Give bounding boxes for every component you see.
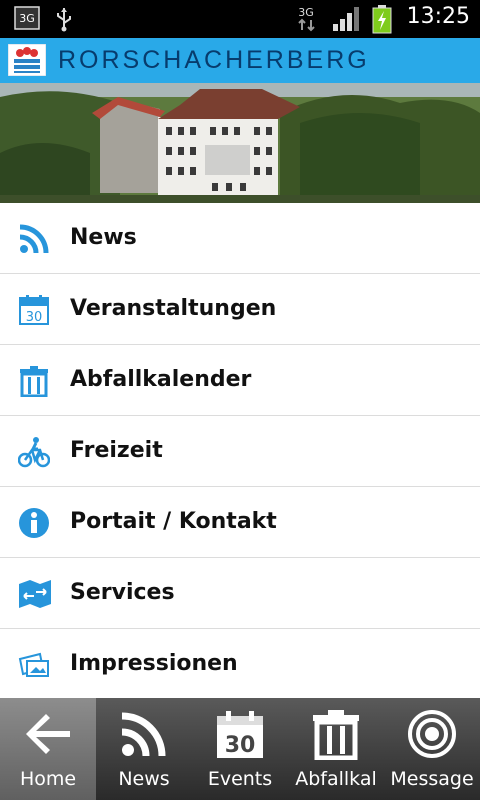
info-icon	[18, 507, 50, 539]
svg-text:30: 30	[225, 733, 256, 758]
menu-item-services[interactable]: Services	[0, 558, 480, 629]
trash-icon	[310, 708, 362, 761]
usb-icon	[54, 6, 74, 36]
map-arrows-icon	[18, 578, 51, 610]
tab-events[interactable]: 30 Events	[192, 698, 288, 800]
battery-charging-icon	[372, 4, 392, 38]
bottom-tab-bar: Home News 30 Events Abfallkal Message	[0, 698, 480, 800]
trash-icon	[18, 365, 50, 398]
calendar-icon: 30	[214, 708, 266, 760]
svg-text:3G: 3G	[298, 6, 314, 19]
tab-abfallkal[interactable]: Abfallkal	[288, 698, 384, 800]
svg-text:30: 30	[26, 310, 43, 325]
menu-item-impressionen[interactable]: Impressionen	[0, 629, 480, 700]
menu-item-label: Services	[70, 580, 175, 605]
calendar-icon: 30	[18, 294, 50, 326]
menu-item-label: Impressionen	[70, 651, 238, 676]
rss-icon	[18, 223, 50, 255]
tab-news[interactable]: News	[96, 698, 192, 800]
menu-item-label: Abfallkalender	[70, 367, 252, 392]
menu-item-label: News	[70, 225, 137, 250]
menu-item-label: Portait / Kontakt	[70, 509, 277, 534]
app-header: RORSCHACHERBERG	[0, 38, 480, 83]
tab-label: Events	[207, 768, 273, 790]
signal-icon	[332, 6, 360, 36]
bicycle-icon	[17, 436, 51, 468]
menu-item-portait-kontakt[interactable]: Portait / Kontakt	[0, 487, 480, 558]
menu-item-veranstaltungen[interactable]: 30 Veranstaltungen	[0, 274, 480, 345]
status-time: 13:25	[406, 4, 470, 29]
photos-icon	[18, 649, 50, 681]
tab-label: Home	[19, 768, 77, 790]
tab-label: Message	[390, 768, 474, 790]
tab-label: News	[118, 768, 170, 790]
svg-text:3G: 3G	[19, 12, 35, 25]
menu-item-label: Freizeit	[70, 438, 163, 463]
menu-item-freizeit[interactable]: Freizeit	[0, 416, 480, 487]
crest-logo-icon	[7, 43, 47, 77]
data-3g-icon: 3G	[294, 4, 320, 36]
tab-label: Abfallkal	[295, 768, 377, 790]
menu-item-label: Veranstaltungen	[70, 296, 277, 321]
menu-item-news[interactable]: News	[0, 203, 480, 274]
back-arrow-icon	[22, 708, 74, 760]
menu-item-abfallkalender[interactable]: Abfallkalender	[0, 345, 480, 416]
status-bar: 3G 3G 13:25	[0, 0, 480, 38]
tab-message[interactable]: Message	[384, 698, 480, 800]
main-menu: News 30 Veranstaltungen Abfallkalender F…	[0, 203, 480, 700]
hero-castle-image	[0, 83, 480, 203]
rss-icon	[118, 708, 170, 760]
target-icon	[406, 708, 458, 760]
sim-3g-icon: 3G	[14, 6, 40, 34]
app-brand-title: RORSCHACHERBERG	[58, 46, 370, 74]
tab-home[interactable]: Home	[0, 698, 96, 800]
